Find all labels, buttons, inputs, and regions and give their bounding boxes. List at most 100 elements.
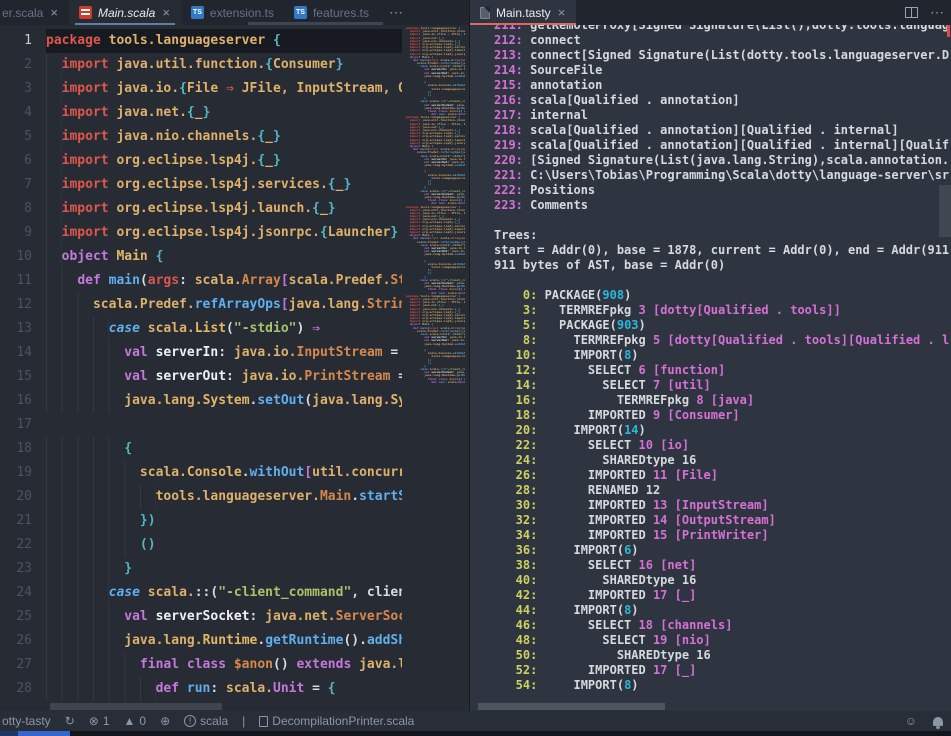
tasty-line: 5: PACKAGE(903) bbox=[494, 318, 951, 333]
tasty-line: 36: IMPORT(6) bbox=[494, 543, 951, 558]
vertical-scrollbar[interactable] bbox=[939, 25, 951, 712]
code-line: 5 import java.nio.channels.{_} bbox=[0, 125, 469, 149]
close-icon[interactable]: × bbox=[49, 6, 59, 19]
tasty-line: 223: Comments bbox=[494, 198, 951, 213]
warning-count: 0 bbox=[139, 714, 146, 728]
close-icon[interactable]: × bbox=[557, 6, 567, 19]
error-icon: ⊗ bbox=[89, 715, 99, 727]
tasty-line: 216: scala[Qualified . annotation] bbox=[494, 93, 951, 108]
code-line: 4 import java.net.{_} bbox=[0, 101, 469, 125]
line-number: 19 bbox=[0, 461, 46, 485]
line-number: 13 bbox=[0, 317, 46, 341]
close-icon[interactable]: × bbox=[161, 6, 171, 19]
line-number: 11 bbox=[0, 269, 46, 293]
tasty-line: 50: SHAREDtype 16 bbox=[494, 648, 951, 663]
horizontal-scrollbar[interactable] bbox=[478, 703, 665, 710]
git-branch-item[interactable]: otty-tasty bbox=[2, 714, 51, 728]
tasty-line: 44: IMPORT(8) bbox=[494, 603, 951, 618]
code-line: 19 scala.Console.withOut[util.concurr bbox=[0, 461, 469, 485]
line-number: 18 bbox=[0, 437, 46, 461]
sync-icon: ↻ bbox=[65, 715, 75, 727]
line-number: 2 bbox=[0, 53, 46, 77]
tasty-line: 42: IMPORTED 17 [_] bbox=[494, 588, 951, 603]
code-line: 22 () bbox=[0, 533, 469, 557]
code-line: 14 val serverIn: java.io.InputStream = j bbox=[0, 341, 469, 365]
tasty-line: 16: TERMREFpkg 8 [java] bbox=[494, 393, 951, 408]
code-line: 28 def run: scala.Unit = { bbox=[0, 677, 469, 701]
editor-group-right-tabs: Main.tasty × ⋯ bbox=[470, 0, 951, 25]
sync-button[interactable]: ↻ bbox=[65, 715, 75, 727]
editor-main-tasty[interactable]: 211: getRemoteProxy[Signed Signature(Lis… bbox=[470, 25, 951, 712]
feedback-button[interactable]: ☺ bbox=[905, 715, 917, 727]
tasty-line: 3: TERMREFpkg 3 [dotty[Qualified . tools… bbox=[494, 303, 951, 318]
code-line: 13 case scala.List("-stdio") ⇒ bbox=[0, 317, 469, 341]
vscode-window: er.scala × Main.scala × TS extension.ts … bbox=[0, 0, 951, 736]
code-line: 27 final class $anon() extends java.l bbox=[0, 653, 469, 677]
tasty-line: 12: SELECT 6 [function] bbox=[494, 363, 951, 378]
code-line: 6 import org.eclipse.lsp4j.{_} bbox=[0, 149, 469, 173]
code-line: 9 import org.eclipse.lsp4j.jsonrpc.{Laun… bbox=[0, 221, 469, 245]
tasty-line: 18: IMPORTED 9 [Consumer] bbox=[494, 408, 951, 423]
tasty-output[interactable]: 211: getRemoteProxy[Signed Signature(Lis… bbox=[470, 25, 951, 693]
tasty-line: Trees: bbox=[494, 228, 951, 243]
active-file-label: DecompilationPrinter.scala bbox=[272, 714, 414, 728]
more-actions-icon[interactable]: ⋯ bbox=[930, 4, 945, 21]
language-label: scala bbox=[200, 714, 228, 728]
tasty-line: 214: SourceFile bbox=[494, 63, 951, 78]
scrollbar-thumb[interactable] bbox=[939, 185, 951, 237]
tasty-line: 218: scala[Qualified . annotation][Quali… bbox=[494, 123, 951, 138]
tasty-line: 46: SELECT 18 [channels] bbox=[494, 618, 951, 633]
code-line: 23 } bbox=[0, 557, 469, 581]
tasty-line: 220: [Signed Signature(List(java.lang.St… bbox=[494, 153, 951, 168]
split-editor-icon[interactable] bbox=[905, 7, 918, 18]
line-number: 17 bbox=[0, 413, 46, 437]
line-number: 21 bbox=[0, 509, 46, 533]
horizontal-scrollbar[interactable] bbox=[50, 703, 222, 710]
tab-er-scala[interactable]: er.scala × bbox=[0, 0, 69, 25]
code-line: 2 import java.util.function.{Consumer} bbox=[0, 53, 469, 77]
branch-label: otty-tasty bbox=[2, 714, 51, 728]
line-number: 20 bbox=[0, 485, 46, 509]
line-number: 27 bbox=[0, 653, 46, 677]
tasty-line: 40: SHAREDtype 16 bbox=[494, 573, 951, 588]
line-number: 24 bbox=[0, 581, 46, 605]
error-count: 1 bbox=[103, 714, 110, 728]
code-line: 25 val serverSocket: java.net.ServerSoc bbox=[0, 605, 469, 629]
code-line: 24 case scala.::("-client_command", clie… bbox=[0, 581, 469, 605]
scala-code[interactable]: 1package tools.languageserver {2 import … bbox=[0, 29, 469, 701]
tasty-line: 219: scala[Qualified . annotation][Quali… bbox=[494, 138, 951, 153]
code-line: 16 java.lang.System.setOut(java.lang.Sy bbox=[0, 389, 469, 413]
tab-label: er.scala bbox=[2, 6, 43, 20]
tasty-line: 911 bytes of AST, base = Addr(0) bbox=[494, 258, 951, 273]
language-mode-item[interactable]: ! scala bbox=[184, 714, 228, 728]
minimap[interactable]: package tools.languageserver { import ja… bbox=[402, 25, 469, 712]
line-number: 23 bbox=[0, 557, 46, 581]
code-line: 17 bbox=[0, 413, 469, 437]
tasty-line bbox=[494, 213, 951, 228]
tasty-line: 0: PACKAGE(908) bbox=[494, 288, 951, 303]
problems-errors[interactable]: ⊗ 1 bbox=[89, 714, 110, 728]
line-number: 10 bbox=[0, 245, 46, 269]
tasty-line: 222: Positions bbox=[494, 183, 951, 198]
tab-main-tasty[interactable]: Main.tasty × bbox=[470, 0, 576, 25]
code-line: 1package tools.languageserver { bbox=[0, 29, 469, 53]
tasty-line: 212: connect bbox=[494, 33, 951, 48]
tasty-line: 54: IMPORT(8) bbox=[494, 678, 951, 693]
tab-main-scala[interactable]: Main.scala × bbox=[69, 0, 181, 25]
globe-icon: ⊕ bbox=[160, 715, 170, 727]
line-number: 28 bbox=[0, 677, 46, 701]
more-tabs-icon[interactable]: ⋯ bbox=[379, 0, 414, 25]
editor-main-scala[interactable]: 1package tools.languageserver {2 import … bbox=[0, 25, 470, 712]
notifications-button[interactable] bbox=[933, 717, 943, 726]
tab-bar: er.scala × Main.scala × TS extension.ts … bbox=[0, 0, 951, 25]
tasty-line: 221: C:\Users\Tobias\Programming\Scala\d… bbox=[494, 168, 951, 183]
typescript-icon: TS bbox=[191, 6, 204, 19]
taskbar-accent bbox=[18, 731, 70, 736]
problems-warnings[interactable]: ▲ 0 bbox=[124, 714, 147, 728]
tab-label: features.ts bbox=[313, 6, 369, 20]
tasty-line: 14: SELECT 7 [util] bbox=[494, 378, 951, 393]
active-file-item[interactable]: DecompilationPrinter.scala bbox=[259, 714, 414, 728]
live-share-button[interactable]: ⊕ bbox=[160, 715, 170, 727]
tasty-line: 28: RENAMED 12 bbox=[494, 483, 951, 498]
tab-label: extension.ts bbox=[210, 6, 274, 20]
